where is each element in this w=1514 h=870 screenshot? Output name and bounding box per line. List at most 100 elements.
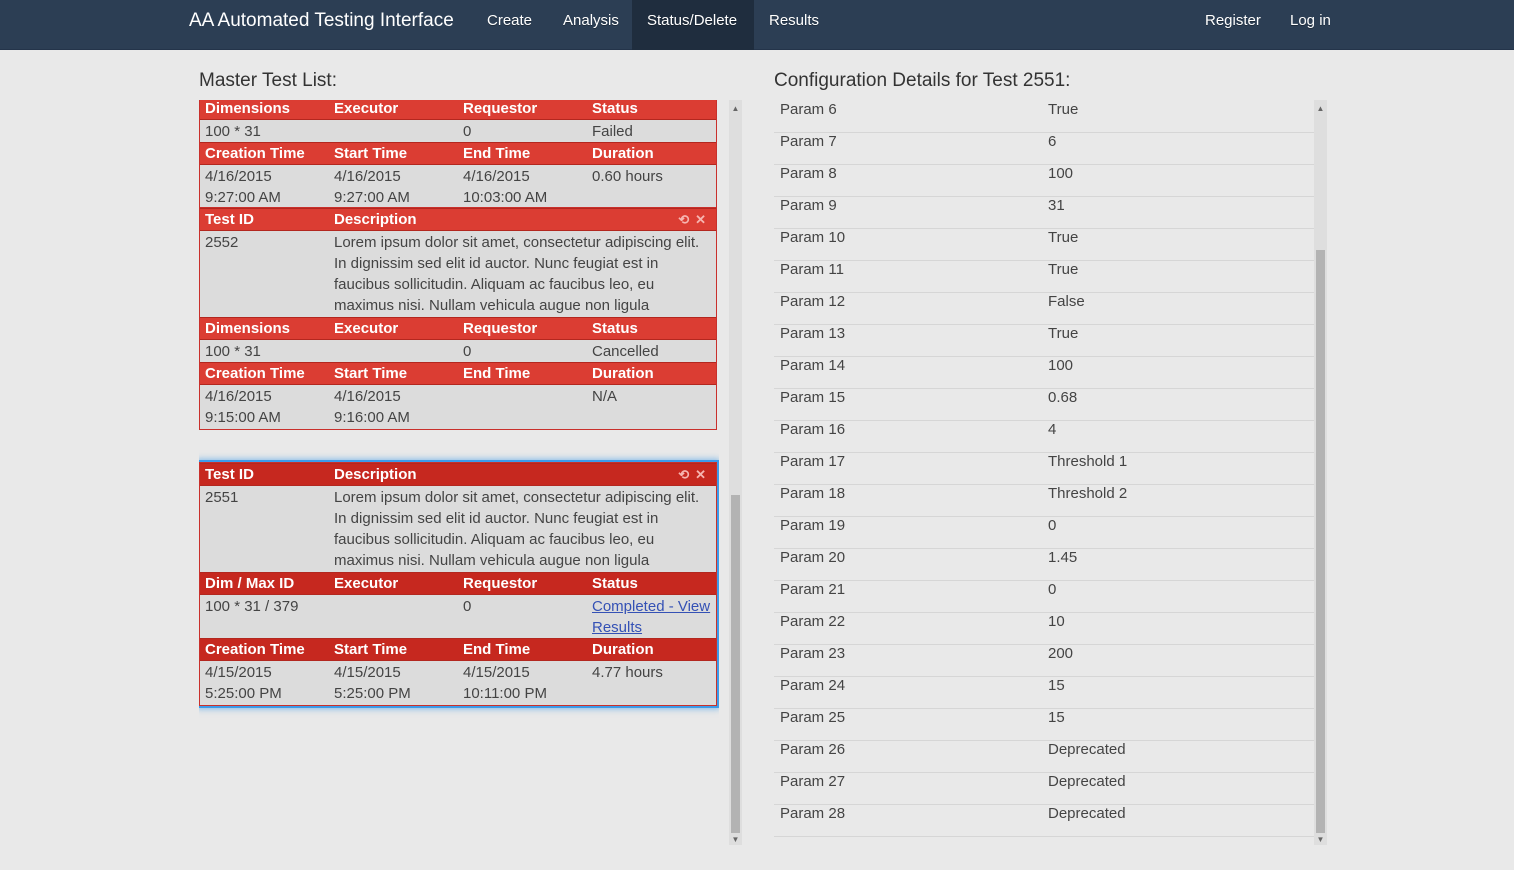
param-value: 10 [1048,613,1065,630]
end-time-value: 4/15/2015 10:11:00 PM [463,662,547,704]
creation-time-value: 4/16/2015 9:27:00 AM [205,166,281,208]
param-value: Threshold 1 [1048,453,1128,470]
param-name: Param 16 [780,421,846,438]
param-name: Param 21 [780,581,846,598]
nav-create[interactable]: Create [472,0,547,50]
param-value: 15 [1048,709,1065,726]
test-id-header: Test ID [205,466,254,483]
start-time-header: Start Time [334,145,408,162]
time-text: 9:15:00 AM [205,409,281,426]
requestor-header: Requestor [463,320,538,337]
config-details-title: Configuration Details for Test 2551: [774,70,1071,91]
test-card[interactable]: Test IDDescription⟲✕2553Lorem ipsum dolo… [199,100,717,210]
nav-status-delete[interactable]: Status/Delete [632,0,754,50]
param-value: 6 [1048,133,1057,150]
nav-register[interactable]: Register [1190,0,1276,50]
param-value: 0 [1048,581,1057,598]
param-name: Param 7 [780,133,837,150]
param-name: Param 12 [780,293,846,310]
requestor-value: 0 [463,598,472,615]
param-name: Param 11 [780,261,844,278]
param-value: Threshold 2 [1048,485,1128,502]
param-name: Param 24 [780,677,846,694]
dimensions-value: 100 * 31 [205,123,261,140]
param-row: Param 22 10 [774,613,1314,645]
param-row: Param 10 True [774,229,1314,261]
param-row: Param 26 Deprecated [774,741,1314,773]
navbar: AA Automated Testing Interface Create An… [0,0,1514,50]
param-value: 0.68 [1048,389,1078,406]
creation-time-value: 4/16/2015 9:15:00 AM [205,386,281,428]
close-icon[interactable]: ✕ [695,212,706,227]
param-row: Param 27 Deprecated [774,773,1314,805]
date-text: 4/15/2015 [334,664,401,681]
test-card[interactable]: Test ID Description ⟲ ✕ 2552 Lorem ipsum dolo… [199,207,717,430]
time-text: 9:27:00 AM [205,189,281,206]
test-header-row: Dimensions Executor Requestor Status [200,317,716,340]
executor-header: Executor [334,575,399,592]
test-time-row: 4/16/2015 9:15:00 AM 4/16/2015 9:16:00 AM N/… [200,385,716,429]
creation-time-value: 4/15/2015 5:25:00 PM [205,662,282,704]
param-value: Deprecated [1048,741,1126,758]
time-text: 9:16:00 AM [334,409,410,426]
status-value: Failed [592,123,633,140]
param-value: False [1048,293,1085,310]
dimensions-value: 100 * 31 / 379 [205,598,299,615]
scroll-thumb[interactable] [731,495,740,833]
param-row: Param 24 15 [774,677,1314,709]
view-results-link[interactable]: Completed - View Results [592,596,714,638]
test-list-scrollbar[interactable]: ▲ ▼ [729,100,742,845]
scroll-down-arrow-icon[interactable]: ▼ [1314,835,1327,844]
param-value: 100 [1048,357,1074,374]
param-row: Param 13 True [774,325,1314,357]
nav-login[interactable]: Log in [1275,0,1346,50]
requestor-header: Requestor [463,100,538,117]
status-header: Status [592,320,638,337]
description-header: Description [334,211,417,228]
param-row: Param 17 Threshold 1 [774,453,1314,485]
time-text: 9:27:00 AM [334,189,410,206]
param-name: Param 22 [780,613,846,630]
param-row: Param 23 200 [774,645,1314,677]
scroll-down-arrow-icon[interactable]: ▼ [729,835,742,844]
test-card[interactable]: Test ID Description ⟲ ✕ 2551 Lorem ipsum dolo… [199,462,717,706]
close-icon[interactable]: ✕ [695,467,706,482]
param-name: Param 18 [780,485,846,502]
master-test-list[interactable]: Test IDDescription⟲✕2553Lorem ipsum dolo… [199,100,719,845]
param-name: Param 6 [780,101,837,118]
dimensions-header: Dim / Max ID [205,575,295,592]
param-name: Param 15 [780,389,846,406]
duration-value: N/A [592,388,618,405]
param-row: Param 15 0.68 [774,389,1314,421]
param-value: 31 [1048,197,1065,214]
duration-value: 0.60 hours [592,168,663,185]
nav-results[interactable]: Results [754,0,834,50]
end-time-value: 4/16/2015 10:03:00 AM [463,166,547,208]
test-info-row: 100 * 31 / 379 0 Completed - View Results [200,595,716,638]
date-text: 4/16/2015 [334,168,401,185]
brand-link[interactable]: AA Automated Testing Interface [189,0,454,50]
refresh-icon[interactable]: ⟲ [678,467,689,482]
date-text: 4/16/2015 [463,168,530,185]
param-row: Param 16 4 [774,421,1314,453]
test-id-value: 2552 [205,234,239,251]
nav-analysis[interactable]: Analysis [548,0,634,50]
start-time-value: 4/16/2015 9:27:00 AM [334,166,410,208]
param-value: True [1048,325,1079,342]
config-scrollbar[interactable]: ▲ ▼ [1314,100,1327,845]
master-test-list-title: Master Test List: [199,70,337,91]
requestor-value: 0 [463,343,472,360]
scroll-thumb[interactable] [1316,250,1325,833]
refresh-icon[interactable]: ⟲ [678,212,689,227]
executor-header: Executor [334,100,399,117]
param-row: Param 21 0 [774,581,1314,613]
param-name: Param 14 [780,357,846,374]
scroll-up-arrow-icon[interactable]: ▲ [1314,104,1327,113]
param-row: Param 11 True [774,261,1314,293]
status-header: Status [592,100,638,117]
date-text: 4/16/2015 [334,388,401,405]
requestor-header: Requestor [463,575,538,592]
param-name: Param 19 [780,517,846,534]
scroll-up-arrow-icon[interactable]: ▲ [729,104,742,113]
param-value: True [1048,261,1079,278]
